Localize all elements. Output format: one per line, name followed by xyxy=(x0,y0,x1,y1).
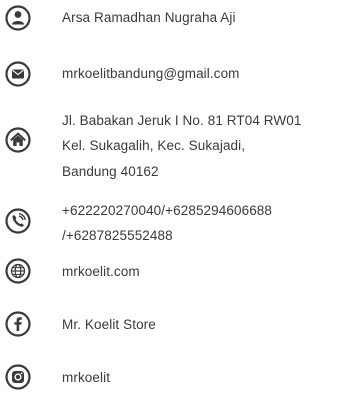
contact-instagram[interactable]: mrkoelit xyxy=(62,367,352,389)
address-line-1: Jl. Babakan Jeruk I No. 81 RT04 RW01 xyxy=(62,113,302,128)
instagram-icon xyxy=(5,364,31,390)
address-line-2: Kel. Sukagalih, Kec. Sukajadi, xyxy=(62,138,246,153)
phone-line-2: /+6287825552488 xyxy=(62,228,173,243)
contact-facebook[interactable]: Mr. Koelit Store xyxy=(62,314,352,336)
home-icon xyxy=(5,127,31,153)
contact-name: Arsa Ramadhan Nugraha Aji xyxy=(62,10,236,25)
address-line-3: Bandung 40162 xyxy=(62,164,159,179)
globe-icon xyxy=(5,258,31,284)
contact-email[interactable]: mrkoelitbandung@gmail.com xyxy=(62,63,352,85)
mail-icon xyxy=(5,61,31,87)
facebook-icon xyxy=(5,311,31,337)
phone-line-1: +622220270040/+6285294606688 xyxy=(62,203,273,218)
phone-icon xyxy=(5,208,31,234)
contact-website[interactable]: mrkoelit.com xyxy=(62,261,352,283)
person-icon xyxy=(5,5,31,31)
